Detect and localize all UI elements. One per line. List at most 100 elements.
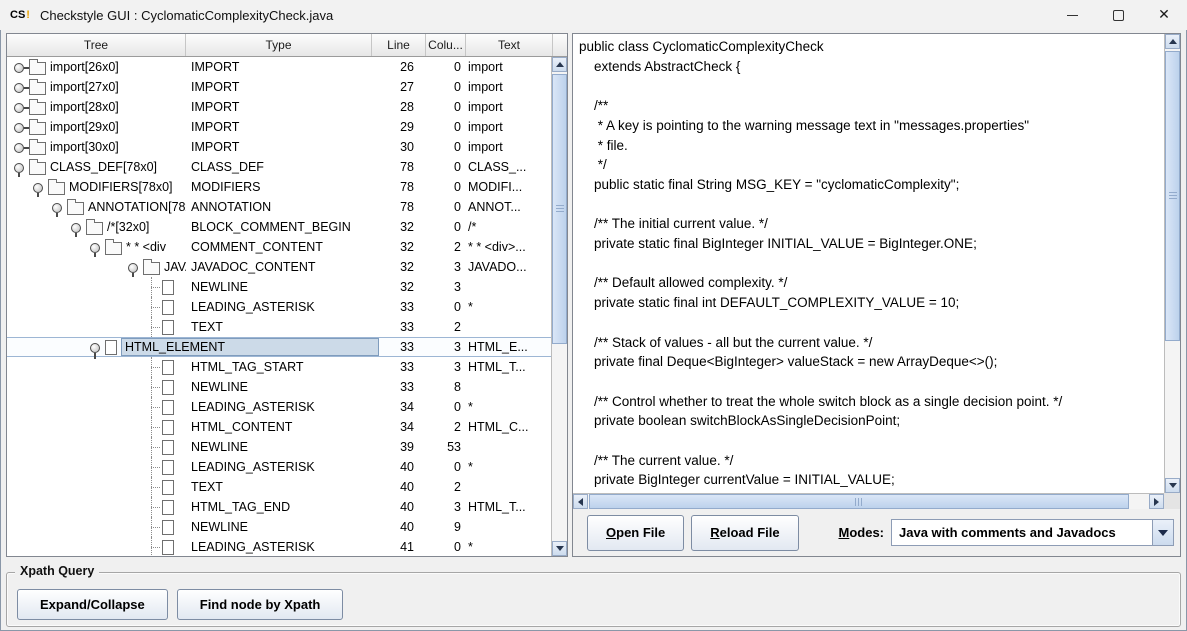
column-header-colu[interactable]: Colu... bbox=[426, 34, 466, 56]
code-line: /** The current value. */ bbox=[579, 451, 1164, 471]
tree-node-label: MODIFIERS[78x0] bbox=[69, 180, 173, 194]
tree-table-row[interactable]: NEWLINE338 bbox=[7, 377, 553, 397]
scrollbar-thumb[interactable] bbox=[552, 74, 567, 344]
text-cell bbox=[466, 517, 553, 537]
reload-file-button[interactable]: Reload File bbox=[691, 515, 798, 551]
expand-handle-icon[interactable] bbox=[13, 101, 26, 114]
mode-dropdown[interactable]: Java with comments and Javadocs bbox=[891, 519, 1174, 546]
scroll-down-button[interactable] bbox=[1165, 478, 1180, 493]
source-panel: public class CyclomaticComplexityCheck e… bbox=[572, 33, 1181, 557]
tree-table-row[interactable]: HTML_TAG_END403HTML_T... bbox=[7, 497, 553, 517]
column-header-text[interactable]: Text bbox=[466, 34, 553, 56]
open-file-label: Open File bbox=[606, 525, 665, 540]
tree-vertical-scrollbar[interactable] bbox=[551, 57, 567, 556]
line-cell: 33 bbox=[372, 338, 426, 356]
scroll-left-button[interactable] bbox=[573, 494, 588, 509]
tree-cell: HTML_ELEMENT bbox=[7, 338, 186, 356]
document-icon bbox=[162, 440, 174, 455]
code-line: private final Deque<BigInteger> valueSta… bbox=[579, 352, 1164, 372]
tree-table-row[interactable]: ANNOTATION[78x0]ANNOTATION780ANNOT... bbox=[7, 197, 553, 217]
chevron-down-icon[interactable] bbox=[1152, 520, 1173, 545]
tree-table-row[interactable]: import[28x0]IMPORT280import bbox=[7, 97, 553, 117]
code-vertical-scrollbar[interactable] bbox=[1164, 34, 1180, 493]
type-cell: NEWLINE bbox=[186, 437, 372, 457]
type-cell: TEXT bbox=[186, 477, 372, 497]
tree-table-row[interactable]: import[29x0]IMPORT290import bbox=[7, 117, 553, 137]
line-cell: 32 bbox=[372, 277, 426, 297]
scroll-right-button[interactable] bbox=[1149, 494, 1164, 509]
scrollbar-thumb[interactable] bbox=[1165, 51, 1180, 341]
type-cell: NEWLINE bbox=[186, 277, 372, 297]
tree-table-row[interactable]: NEWLINE409 bbox=[7, 517, 553, 537]
tree-table-row[interactable]: LEADING_ASTERISK400* bbox=[7, 457, 553, 477]
collapse-handle-icon[interactable] bbox=[70, 221, 83, 234]
tree-table-row[interactable]: import[27x0]IMPORT270import bbox=[7, 77, 553, 97]
scroll-up-button[interactable] bbox=[552, 57, 567, 72]
tree-cell: * * <div bbox=[7, 237, 186, 257]
tree-table-row[interactable]: CLASS_DEF[78x0]CLASS_DEF780CLASS_... bbox=[7, 157, 553, 177]
text-cell: * bbox=[466, 297, 553, 317]
collapse-handle-icon[interactable] bbox=[89, 341, 102, 354]
scroll-down-button[interactable] bbox=[552, 541, 567, 556]
column-header-line[interactable]: Line bbox=[372, 34, 426, 56]
minimize-button[interactable] bbox=[1049, 0, 1095, 30]
tree-table-row[interactable]: JAVADOC_CONTENTJAVADOC_CONTENT323JAVADO.… bbox=[7, 257, 553, 277]
text-cell: import bbox=[466, 137, 553, 157]
document-icon bbox=[162, 360, 174, 375]
expand-handle-icon[interactable] bbox=[13, 141, 26, 154]
code-horizontal-scrollbar[interactable] bbox=[573, 493, 1164, 509]
expand-handle-icon[interactable] bbox=[13, 81, 26, 94]
tree-table-row[interactable]: TEXT402 bbox=[7, 477, 553, 497]
tree-cell: JAVADOC_CONTENT bbox=[7, 257, 186, 277]
scrollbar-thumb[interactable] bbox=[589, 494, 1129, 509]
text-cell: MODIFI... bbox=[466, 177, 553, 197]
tree-table-row[interactable]: NEWLINE3953 bbox=[7, 437, 553, 457]
code-line: * A key is pointing to the warning messa… bbox=[579, 116, 1164, 136]
line-cell: 78 bbox=[372, 177, 426, 197]
text-cell: import bbox=[466, 57, 553, 77]
maximize-button[interactable] bbox=[1095, 0, 1141, 30]
tree-table-row[interactable]: HTML_ELEMENT333HTML_E... bbox=[7, 337, 553, 357]
document-icon bbox=[162, 300, 174, 315]
tree-table-row[interactable]: import[26x0]IMPORT260import bbox=[7, 57, 553, 77]
code-line: private boolean switchBlockAsSingleDecis… bbox=[579, 411, 1164, 431]
find-node-by-xpath-button[interactable]: Find node by Xpath bbox=[177, 589, 344, 620]
tree-connector-line bbox=[146, 397, 160, 417]
folder-icon bbox=[48, 182, 65, 195]
tree-table-row[interactable]: LEADING_ASTERISK340* bbox=[7, 397, 553, 417]
column-header-tree[interactable]: Tree bbox=[7, 34, 186, 56]
text-cell: ANNOT... bbox=[466, 197, 553, 217]
tree-table-row[interactable]: NEWLINE323 bbox=[7, 277, 553, 297]
column-header-type[interactable]: Type bbox=[186, 34, 372, 56]
line-cell: 26 bbox=[372, 57, 426, 77]
document-icon bbox=[162, 400, 174, 415]
collapse-handle-icon[interactable] bbox=[51, 201, 64, 214]
source-code-panel[interactable]: public class CyclomaticComplexityCheck e… bbox=[573, 34, 1164, 493]
collapse-handle-icon[interactable] bbox=[13, 161, 26, 174]
tree-table[interactable]: import[26x0]IMPORT260importimport[27x0]I… bbox=[7, 57, 553, 556]
expand-handle-icon[interactable] bbox=[13, 121, 26, 134]
scroll-up-button[interactable] bbox=[1165, 34, 1180, 49]
open-file-button[interactable]: Open File bbox=[587, 515, 684, 551]
folder-icon bbox=[67, 202, 84, 215]
expand-handle-icon[interactable] bbox=[13, 61, 26, 74]
text-cell: CLASS_... bbox=[466, 157, 553, 177]
line-cell: 32 bbox=[372, 257, 426, 277]
tree-table-row[interactable]: LEADING_ASTERISK330* bbox=[7, 297, 553, 317]
tree-table-row[interactable]: LEADING_ASTERISK410* bbox=[7, 537, 553, 556]
collapse-handle-icon[interactable] bbox=[127, 261, 140, 274]
expand-collapse-button[interactable]: Expand/Collapse bbox=[17, 589, 168, 620]
tree-table-row[interactable]: TEXT332 bbox=[7, 317, 553, 337]
tree-table-row[interactable]: MODIFIERS[78x0]MODIFIERS780MODIFI... bbox=[7, 177, 553, 197]
tree-table-row[interactable]: HTML_TAG_START333HTML_T... bbox=[7, 357, 553, 377]
tree-table-row[interactable]: * * <divCOMMENT_CONTENT322* * <div>... bbox=[7, 237, 553, 257]
tree-table-row[interactable]: /*[32x0]BLOCK_COMMENT_BEGIN320/* bbox=[7, 217, 553, 237]
line-cell: 41 bbox=[372, 537, 426, 556]
collapse-handle-icon[interactable] bbox=[89, 241, 102, 254]
tree-table-row[interactable]: import[30x0]IMPORT300import bbox=[7, 137, 553, 157]
close-button[interactable] bbox=[1141, 0, 1187, 30]
tree-connector-line bbox=[146, 317, 160, 337]
line-cell: 34 bbox=[372, 417, 426, 437]
tree-table-row[interactable]: HTML_CONTENT342HTML_C... bbox=[7, 417, 553, 437]
collapse-handle-icon[interactable] bbox=[32, 181, 45, 194]
